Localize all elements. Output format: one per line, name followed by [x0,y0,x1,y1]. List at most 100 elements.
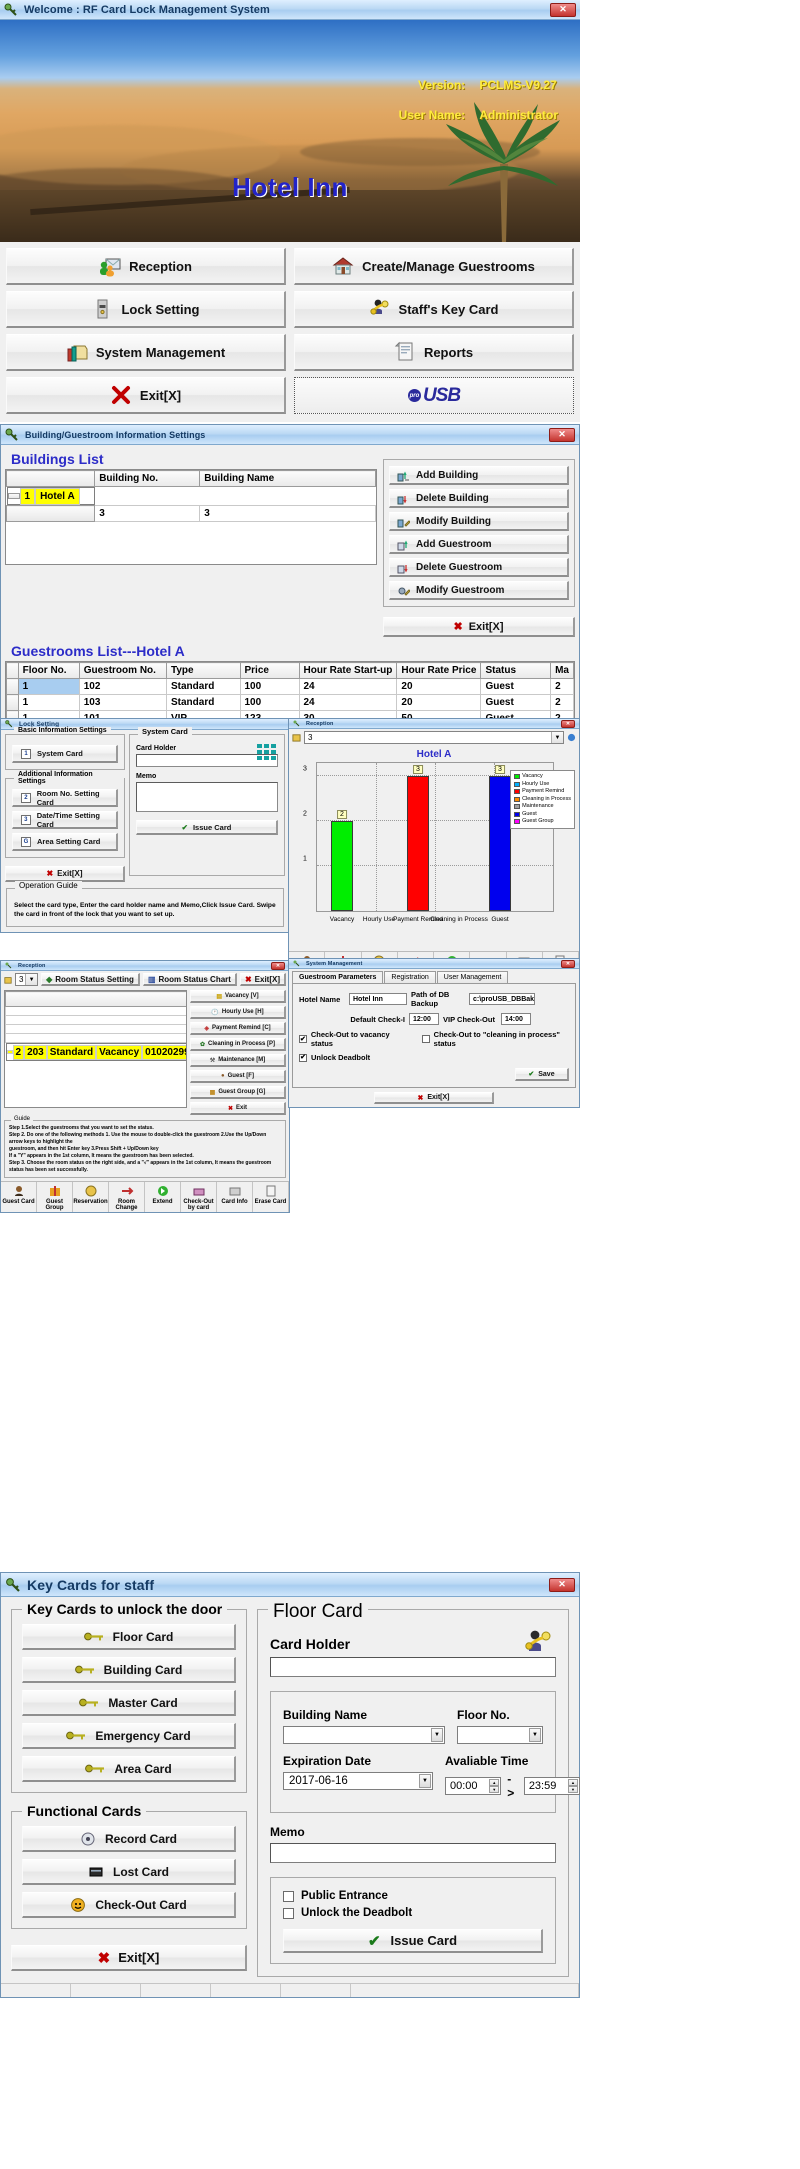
building-combo[interactable]: 3 ▼ [304,731,564,744]
memo-input[interactable] [270,1843,556,1863]
menu-button-staff-key-card[interactable]: Staff's Key Card [294,291,574,328]
close-icon[interactable]: ✕ [271,961,285,970]
buildings-table-container[interactable]: Building No. Building Name 1 Hotel A 3 3 [5,469,377,565]
time-to-input[interactable]: 23:59 ▲ ▼ [523,1777,580,1795]
building-combo[interactable]: 3 ▼ [15,973,39,986]
default-checkin-input[interactable]: 12:00 [409,1013,439,1025]
area-card-button[interactable]: Area Card [22,1756,236,1782]
status-reservation[interactable]: Reservation [73,1182,109,1212]
close-icon[interactable]: ✕ [549,1577,575,1592]
time-from-spinner[interactable]: ▲ ▼ [489,1779,500,1793]
add-guestroom-button[interactable]: Add Guestroom [389,535,569,554]
record-card-button[interactable]: Record Card [22,1826,236,1852]
issue-card-button[interactable]: ✔ Issue Card [283,1929,543,1953]
close-icon[interactable]: ✕ [549,427,575,442]
modify-building-button[interactable]: Modify Building [389,512,569,531]
chevron-down-icon[interactable]: ▼ [551,732,563,743]
keycards-exit-button[interactable]: ✖ Exit[X] [11,1945,247,1971]
close-icon[interactable]: ✕ [550,2,576,17]
table-row[interactable]: 1 Hotel A [6,487,95,505]
memo-input[interactable] [136,782,278,812]
table-row[interactable]: 1 102 Standard 100 24 20 Guest 2 [6,678,574,695]
tab-user-management[interactable]: User Management [436,971,509,983]
add-building-button[interactable]: Add Building [389,466,569,485]
chevron-down-icon[interactable]: ▼ [25,974,38,985]
status-room-change[interactable]: Room Change [109,1182,145,1212]
delete-building-button[interactable]: Delete Building [389,489,569,508]
save-button[interactable]: ✔ Save [515,1068,569,1081]
status-guest-group-button[interactable]: ▦ Guest Group [G] [190,1086,286,1099]
table-row[interactable]: 1 103 Standard 100 24 20 Guest 2 [6,694,574,711]
status-extend[interactable]: Extend [145,1182,181,1212]
tab-registration[interactable]: Registration [384,971,436,983]
db-backup-input[interactable]: c:\proUSB_DBBak [469,993,535,1005]
unlock-deadbolt-checkbox[interactable]: ✔ [299,1053,307,1062]
checkout-vacancy-checkbox[interactable]: ✔ [299,1035,307,1043]
room-no-setting-card-button[interactable]: 2 Room No. Setting Card [12,789,118,807]
building-exit-button[interactable]: ✖ Exit[X] [383,617,575,637]
chevron-down-icon[interactable]: ▼ [529,1728,541,1742]
expiration-date-select[interactable]: 2017-06-16 ▼ [283,1772,433,1790]
menu-button-lock-setting[interactable]: Lock Setting [6,291,286,328]
status-checkout-by-card[interactable]: Check-Out by card [181,1182,217,1212]
unlock-deadbolt-checkbox[interactable] [283,1907,294,1919]
table-row[interactable]: 1 101 VIP Guest 01011899 [5,1024,186,1034]
emergency-card-button[interactable]: Emergency Card [22,1723,236,1749]
status-card-info[interactable]: Card Info [217,1182,253,1212]
table-row[interactable]: 2 203 Standard Vacancy 01020299 [5,1043,186,1061]
room-status-chart-button[interactable]: ▥ Room Status Chart [142,973,237,986]
menu-button-reception[interactable]: Reception [6,248,286,285]
status-payment-remind-button[interactable]: ◈ Payment Remind [C] [190,1022,286,1035]
checkout-cleaning-checkbox[interactable] [422,1035,430,1043]
issue-card-button[interactable]: ✔ Issue Card [136,820,278,835]
time-from-input[interactable]: 00:00 ▲ ▼ [445,1777,502,1795]
time-to-spinner[interactable]: ▲ ▼ [568,1779,578,1793]
menu-button-reports[interactable]: Reports [294,334,574,371]
tab-guestroom-parameters[interactable]: Guestroom Parameters [292,971,384,983]
area-setting-card-button[interactable]: G Area Setting Card [12,833,118,851]
close-icon[interactable]: ✕ [561,959,575,968]
delete-guestroom-button[interactable]: Delete Guestroom [389,558,569,577]
floor-card-button[interactable]: Floor Card [22,1624,236,1650]
datetime-card-label: Date/Time Setting Card [36,810,100,829]
building-name-select[interactable]: ▼ [283,1726,445,1744]
public-entrance-checkbox[interactable] [283,1890,294,1902]
room-status-setting-button[interactable]: ◆ Room Status Setting [41,973,140,986]
floor-no-select[interactable]: ▼ [457,1726,543,1744]
table-row[interactable]: 1 102 Standard Guest 01010299 [5,1006,186,1016]
hotel-name-input[interactable]: Hotel Inn [349,993,407,1005]
lock-exit-button[interactable]: ✖ Exit[X] [5,866,125,882]
status-erase-card[interactable]: Erase Card [253,1182,289,1212]
usb-button[interactable]: pro USB [294,377,574,414]
system-exit-button[interactable]: ✖ Exit[X] [374,1092,494,1104]
status-cleaning-button[interactable]: ✿ Cleaning in Process [P] [190,1038,286,1051]
status-guest-group[interactable]: Guest Group [37,1182,73,1212]
close-icon[interactable]: ✕ [561,719,575,728]
status-vacancy-button[interactable]: ▤ Vacancy [V] [190,990,286,1003]
reception-list-exit-button[interactable]: ✖ Exit[X] [239,973,286,986]
menu-button-system-management[interactable]: System Management [6,334,286,371]
reception-rooms-table-container[interactable]: Floor No. Guestroom No. Type Status Lock… [4,990,187,1108]
reception-status-exit-button[interactable]: ✖ Exit [190,1102,286,1115]
modify-guestroom-button[interactable]: Modify Guestroom [389,581,569,600]
card-holder-input[interactable] [270,1657,556,1677]
table-row[interactable]: 3 3 [6,505,376,522]
table-row[interactable]: 1 103 Standard Guest 01010399 [5,1015,186,1025]
status-guest-card[interactable]: Guest Card [1,1182,37,1212]
building-card-button[interactable]: Building Card [22,1657,236,1683]
menu-button-exit[interactable]: Exit[X] [6,377,286,414]
table-row[interactable]: 2 202 VIP Vacancy 01020299 [5,1033,186,1043]
vip-checkout-input[interactable]: 14:00 [501,1013,531,1025]
keycards-bottom-bar [1,1983,579,1997]
check-out-card-button[interactable]: Check-Out Card [22,1892,236,1918]
datetime-setting-card-button[interactable]: 3 Date/Time Setting Card [12,811,118,829]
lost-card-button[interactable]: Lost Card [22,1859,236,1885]
menu-button-create-manage-guestrooms[interactable]: Create/Manage Guestrooms [294,248,574,285]
status-maintenance-button[interactable]: ⚒ Maintenance [M] [190,1054,286,1067]
status-hourly-use-button[interactable]: 🕐 Hourly Use [H] [190,1006,286,1019]
master-card-button[interactable]: Master Card [22,1690,236,1716]
chevron-down-icon[interactable]: ▼ [419,1774,431,1788]
chevron-down-icon[interactable]: ▼ [431,1728,443,1742]
status-guest-button[interactable]: ● Guest [F] [190,1070,286,1083]
system-card-button[interactable]: 1 System Card [12,745,118,763]
